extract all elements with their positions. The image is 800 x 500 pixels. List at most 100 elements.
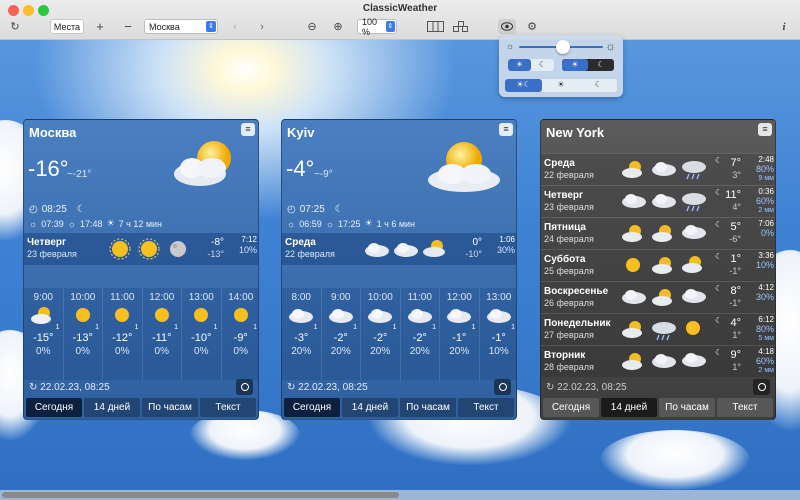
location-select[interactable]: Москва ⇕ xyxy=(144,19,218,34)
tab-text[interactable]: Текст xyxy=(200,398,256,417)
day-row: Вторник 28 февраля ☾ 9° 1° 4:18 60% 2 мм xyxy=(541,345,775,377)
hour-cell: 12:00 1 -1° 20% xyxy=(440,288,480,380)
hour-temp: -3° xyxy=(294,332,309,344)
sun-option-icon[interactable]: ☀ xyxy=(562,59,588,71)
day-name: Понедельник xyxy=(544,318,611,329)
day-row: Понедельник 27 февраля ☾ 4° 1° 6:12 80% 5 мм xyxy=(541,313,775,345)
day-date: 28 февраля xyxy=(544,362,594,372)
tab-text[interactable]: Текст xyxy=(458,398,514,417)
tab-14-days[interactable]: 14 дней xyxy=(342,398,398,417)
day-max-temp: 1° xyxy=(730,253,741,265)
city-name: Москва xyxy=(29,125,77,140)
tab-14-days[interactable]: 14 дней xyxy=(601,398,657,417)
info-icon[interactable]: i xyxy=(780,19,788,34)
precip-chance: 80% xyxy=(755,164,774,174)
sun-icon xyxy=(194,308,209,322)
eye-icon[interactable] xyxy=(498,19,516,34)
location-button[interactable] xyxy=(494,379,511,395)
theme-segment-right[interactable]: ☀ ☾ xyxy=(562,59,614,71)
hour-cell: 10:00 1 -2° 20% xyxy=(361,288,401,380)
zoom-out-icon[interactable]: ⊖ xyxy=(305,19,319,34)
sun-icon xyxy=(75,308,90,322)
hour-time: 13:00 xyxy=(486,292,512,303)
brightness-slider-knob[interactable] xyxy=(556,40,570,54)
day-name: Среда xyxy=(285,237,316,248)
precip-amount: 5 мм xyxy=(758,335,774,342)
day-length: 7:06 xyxy=(758,219,774,228)
last-updated: ↻ 22.02.23, 08:25 xyxy=(287,382,368,393)
sun-option-icon[interactable]: ☀ xyxy=(508,59,531,71)
hour-temp: -11° xyxy=(152,332,172,344)
bg-cloud xyxy=(600,430,750,490)
zoom-in-icon[interactable]: ⊕ xyxy=(331,19,345,34)
location-button[interactable] xyxy=(753,379,770,395)
tab-today[interactable]: Сегодня xyxy=(26,398,82,417)
tab-today[interactable]: Сегодня xyxy=(543,398,599,417)
hour-wind: 1 xyxy=(511,324,515,331)
cloud-icon xyxy=(328,309,353,323)
hour-cell: 11:00 1 -2° 20% xyxy=(401,288,440,380)
day-row: Среда 22 февраля 0° -10° 1:06 30% xyxy=(282,233,516,265)
day-length: 4:18 xyxy=(758,347,774,356)
rain-icon xyxy=(682,161,706,180)
sun-icon xyxy=(626,258,640,272)
layout-grid-icon[interactable] xyxy=(453,19,468,34)
moon-only-icon[interactable]: ☾ xyxy=(580,79,617,92)
panel-menu-button[interactable]: ≡ xyxy=(499,123,513,136)
hour-wind: 1 xyxy=(313,324,318,331)
hour-cell: 9:00 1 -2° 20% xyxy=(322,288,361,380)
forward-chevron-icon[interactable]: › xyxy=(257,19,267,34)
refresh-icon[interactable]: ↻ xyxy=(8,19,22,34)
hour-wind: 1 xyxy=(392,324,397,331)
location-button[interactable] xyxy=(236,379,253,395)
moon-option-icon[interactable]: ☾ xyxy=(531,59,554,71)
chevron-updown-icon: ⇕ xyxy=(206,21,216,32)
gear-icon[interactable]: ⚙ xyxy=(525,19,539,34)
day-night-option-icon[interactable]: ☀☾ xyxy=(505,79,543,92)
day-name: Пятница xyxy=(544,222,586,233)
rain-icon xyxy=(652,322,676,341)
tab-today[interactable]: Сегодня xyxy=(284,398,340,417)
sun-icon xyxy=(115,308,130,322)
tab-text[interactable]: Текст xyxy=(717,398,773,417)
cloud-icon xyxy=(407,309,432,323)
places-button[interactable]: Места xyxy=(50,19,84,34)
tab-hourly[interactable]: По часам xyxy=(400,398,456,417)
sun-icon xyxy=(154,308,169,322)
day-max-temp: 0° xyxy=(472,237,482,248)
horizontal-scrollbar[interactable] xyxy=(0,490,800,500)
city-name: Kyiv xyxy=(287,125,315,140)
sun-only-icon[interactable]: ☀ xyxy=(542,79,579,92)
hour-cell: 12:00 1 -11° 0% xyxy=(143,288,182,380)
day-date: 25 февраля xyxy=(544,266,594,276)
day-row: Суббота 25 февраля ☾ 1° -1° 3:36 10% xyxy=(541,249,775,281)
zoom-select[interactable]: 100 % ⇕ xyxy=(357,17,397,37)
daylight-icon: ☀ xyxy=(106,218,115,228)
cloud-icon xyxy=(368,309,393,323)
day-date: 26 февраля xyxy=(544,298,594,308)
tab-14-days[interactable]: 14 дней xyxy=(84,398,140,417)
last-updated: ↻ 22.02.23, 08:25 xyxy=(546,382,627,393)
moon-option-icon[interactable]: ☾ xyxy=(588,59,614,71)
remove-location-button[interactable]: − xyxy=(122,19,134,34)
day-min-temp: -10° xyxy=(465,249,482,259)
panel-menu-button[interactable]: ≡ xyxy=(758,123,772,136)
mode-segment[interactable]: ☀☾ ☀ ☾ xyxy=(505,79,617,92)
precip-amount: 9 мм xyxy=(758,175,774,182)
city-name: New York xyxy=(546,125,605,140)
layout-columns-icon[interactable] xyxy=(427,19,444,34)
day-min-temp: -6° xyxy=(729,234,741,244)
view-tabs: Сегодня 14 дней По часам Текст xyxy=(543,398,773,417)
theme-segment-left[interactable]: ☀ ☾ xyxy=(508,59,554,71)
clock-icon: ◴ xyxy=(287,204,296,215)
tab-hourly[interactable]: По часам xyxy=(142,398,198,417)
moon-phase-icon: ☾ xyxy=(715,316,723,325)
day-date: 24 февраля xyxy=(544,234,594,244)
panel-menu-button[interactable]: ≡ xyxy=(241,123,255,136)
back-chevron-icon[interactable]: ‹ xyxy=(230,19,240,34)
day-max-temp: -8° xyxy=(211,237,224,248)
add-location-button[interactable]: + xyxy=(94,19,106,34)
scrollbar-thumb[interactable] xyxy=(2,492,399,498)
day-name: Суббота xyxy=(544,254,586,265)
tab-hourly[interactable]: По часам xyxy=(659,398,715,417)
